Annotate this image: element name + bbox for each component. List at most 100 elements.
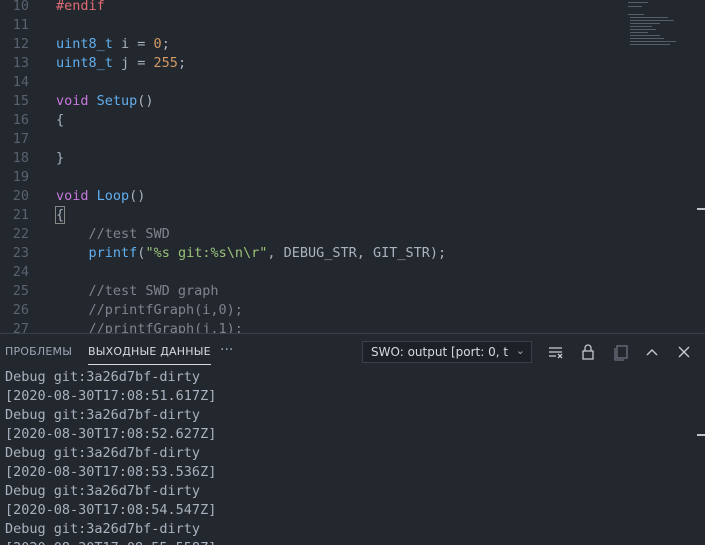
- code-text: //test SWD graph: [56, 282, 219, 301]
- output-line: [2020-08-30T17:08:55.558Z]: [5, 539, 216, 545]
- line-number: 27: [12, 321, 29, 333]
- code-line[interactable]: 10 #endif: [0, 0, 700, 16]
- code-line[interactable]: 15 void Setup(): [0, 92, 700, 111]
- code-token: Setup: [96, 93, 138, 109]
- code-token: #endif: [56, 0, 105, 14]
- minimap-line: [630, 35, 660, 36]
- line-number: 11: [12, 17, 29, 33]
- minimap-line: [628, 14, 644, 15]
- code-line[interactable]: 20 void Loop(): [0, 187, 700, 206]
- minimap[interactable]: [628, 0, 688, 48]
- code-line[interactable]: 11: [0, 16, 700, 35]
- code-text: uint8_t j = 255;: [56, 54, 186, 73]
- line-number: 12: [12, 36, 29, 52]
- code-token: (): [129, 188, 146, 204]
- chevron-down-icon: ⌄: [515, 344, 525, 357]
- code-token: //printfGraph(j,1);: [56, 321, 243, 333]
- code-token: //printfGraph(i,0);: [56, 302, 243, 318]
- output-line: [2020-08-30T17:08:52.627Z]: [5, 426, 217, 442]
- code-line[interactable]: 14: [0, 73, 700, 92]
- code-text: printf("%s git:%s\n\r", DEBUG_STR, GIT_S…: [56, 244, 447, 263]
- minimap-line: [630, 41, 676, 42]
- code-line[interactable]: 13 uint8_t j = 255;: [0, 54, 700, 73]
- minimap-line: [630, 26, 652, 27]
- output-line: [2020-08-30T17:08:54.547Z]: [5, 502, 217, 518]
- code-line[interactable]: 19: [0, 168, 700, 187]
- code-text: //test SWD: [56, 225, 170, 244]
- output-channel-value: SWO: output [port: 0, t: [371, 345, 509, 359]
- code-line[interactable]: 26 //printfGraph(i,0);: [0, 301, 700, 320]
- code-token: {: [56, 112, 65, 128]
- line-number: 18: [12, 150, 29, 166]
- scrollbar-marker[interactable]: [697, 208, 705, 210]
- code-text: void Setup(): [56, 92, 154, 111]
- copy-icon[interactable]: [612, 343, 630, 361]
- code-line[interactable]: 16 {: [0, 111, 700, 130]
- code-line[interactable]: 24: [0, 263, 700, 282]
- code-line[interactable]: 25 //test SWD graph: [0, 282, 700, 301]
- close-icon[interactable]: [675, 343, 693, 361]
- code-text: #endif: [56, 0, 105, 16]
- line-number: 26: [12, 302, 29, 318]
- line-number: 17: [12, 131, 29, 147]
- code-token: 0: [153, 36, 162, 52]
- line-number: 14: [12, 74, 29, 90]
- code-token: {: [54, 206, 66, 224]
- code-line[interactable]: 27 //printfGraph(j,1);: [0, 320, 700, 333]
- minimap-line: [630, 23, 660, 24]
- code-token: void: [56, 188, 89, 204]
- output-line: [2020-08-30T17:08:51.617Z]: [5, 388, 217, 404]
- code-token: void: [56, 93, 89, 109]
- chevron-up-icon[interactable]: [643, 343, 661, 361]
- tab-problems[interactable]: ПРОБЛЕМЫ: [5, 345, 72, 358]
- code-editor[interactable]: 10 #endif 11 12 uint8_t i = 0; 13 uint8_t j = …: [0, 0, 705, 333]
- code-line[interactable]: 22 //test SWD: [0, 225, 700, 244]
- code-token: 255: [153, 55, 178, 71]
- panel-tab-bar: ПРОБЛЕМЫ ВЫХОДНЫЕ ДАННЫЕ ··· SWO: output…: [0, 334, 705, 370]
- code-token: //test SWD graph: [56, 283, 219, 299]
- clear-output-icon[interactable]: [547, 343, 565, 361]
- code-token: ;: [161, 36, 170, 52]
- code-token: i =: [112, 36, 154, 52]
- output-channel-select[interactable]: SWO: output [port: 0, t ⌄: [362, 341, 532, 363]
- code-text: uint8_t i = 0;: [56, 35, 170, 54]
- line-number: 10: [12, 0, 29, 14]
- code-text: {: [56, 111, 64, 130]
- code-token: }: [56, 150, 65, 166]
- code-line[interactable]: 18}: [0, 149, 700, 168]
- code-token: "%s git:%s\n\r": [145, 245, 268, 261]
- output-line: Debug git:3a26d7bf-dirty: [5, 370, 201, 385]
- code-token: , DEBUG_STR, GIT_STR);: [267, 245, 447, 261]
- code-text: //printfGraph(j,1);: [56, 320, 243, 333]
- code-line[interactable]: 23 printf("%s git:%s\n\r", DEBUG_STR, GI…: [0, 244, 700, 263]
- line-number: 23: [12, 245, 29, 261]
- minimap-line: [630, 20, 674, 21]
- bottom-panel: ПРОБЛЕМЫ ВЫХОДНЫЕ ДАННЫЕ ··· SWO: output…: [0, 333, 705, 545]
- line-number: 13: [12, 55, 29, 71]
- code-text: {: [54, 206, 66, 225]
- tab-output[interactable]: ВЫХОДНЫЕ ДАННЫЕ: [88, 345, 211, 365]
- output-line: Debug git:3a26d7bf-dirty: [5, 521, 201, 537]
- line-number: 22: [12, 226, 29, 242]
- minimap-line: [630, 29, 656, 30]
- output-log[interactable]: Debug git:3a26d7bf-dirty [2020-08-30T17:0…: [0, 370, 700, 545]
- scrollbar-marker[interactable]: [697, 434, 705, 436]
- code-token: printf: [88, 245, 138, 261]
- output-line: Debug git:3a26d7bf-dirty: [5, 483, 201, 499]
- output-line: Debug git:3a26d7bf-dirty: [5, 407, 201, 423]
- code-line[interactable]: 21 {: [0, 206, 700, 225]
- code-line[interactable]: 17: [0, 130, 700, 149]
- minimap-line: [628, 6, 642, 7]
- code-token: ;: [177, 55, 187, 71]
- more-actions-icon[interactable]: ···: [220, 342, 233, 358]
- minimap-line: [630, 17, 668, 18]
- code-text: //printfGraph(i,0);: [56, 301, 243, 320]
- line-number: 25: [12, 283, 29, 299]
- code-line[interactable]: 12 uint8_t i = 0;: [0, 35, 700, 54]
- lock-icon[interactable]: [579, 343, 597, 361]
- line-number: 20: [12, 188, 29, 204]
- code-token: Loop: [96, 188, 130, 204]
